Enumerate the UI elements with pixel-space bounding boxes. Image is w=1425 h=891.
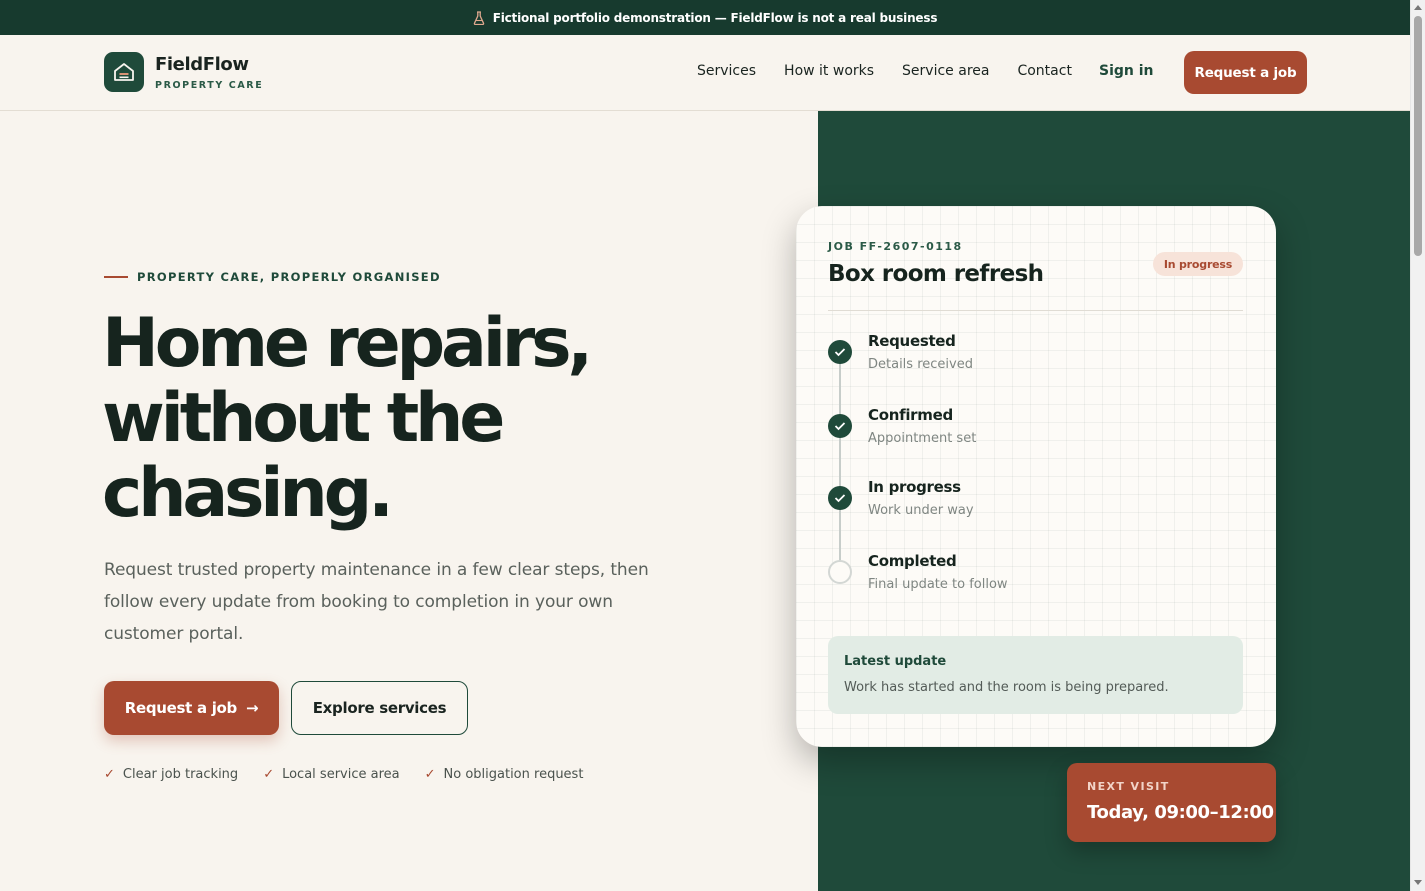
hero-eyebrow: PROPERTY CARE, PROPERLY ORGANISED xyxy=(104,270,441,284)
hero-headline: Home repairs, without the chasing. xyxy=(102,306,722,531)
perk-item: ✓ Clear job tracking xyxy=(104,767,238,782)
perk-list: ✓ Clear job tracking ✓ Local service are… xyxy=(104,767,608,782)
demo-banner: Fictional portfolio demonstration — Fiel… xyxy=(0,0,1410,35)
step-subtitle: Work under way xyxy=(868,503,974,518)
check-circle-icon xyxy=(828,414,852,438)
check-icon: ✓ xyxy=(104,767,115,782)
check-icon: ✓ xyxy=(263,767,275,782)
empty-circle-icon xyxy=(828,560,852,584)
step-title: Completed xyxy=(868,552,957,570)
scroll-up-icon[interactable] xyxy=(1414,5,1422,10)
step-subtitle: Final update to follow xyxy=(868,577,1008,592)
banner-text: Fictional portfolio demonstration — Fiel… xyxy=(492,10,938,25)
scrollbar-thumb[interactable] xyxy=(1414,16,1422,256)
step-title: Requested xyxy=(868,332,956,350)
scroll-down-icon[interactable] xyxy=(1414,880,1422,885)
brand-logo[interactable]: FieldFlow PROPERTY CARE xyxy=(104,52,263,92)
check-icon: ✓ xyxy=(424,767,436,782)
headline-line-2: without the xyxy=(102,379,505,458)
house-icon xyxy=(104,52,144,92)
perk-label: Clear job tracking xyxy=(122,767,239,782)
status-badge: In progress xyxy=(1153,252,1243,276)
step-subtitle: Details received xyxy=(868,357,973,372)
check-circle-icon xyxy=(828,486,852,510)
site-header: FieldFlow PROPERTY CARE Services How it … xyxy=(0,35,1410,111)
headline-line-1: Home repairs, xyxy=(102,304,593,383)
explore-services-button[interactable]: Explore services xyxy=(291,681,468,735)
request-job-header-button[interactable]: Request a job xyxy=(1184,51,1307,94)
perk-label: No obligation request xyxy=(443,767,584,782)
brand-name: FieldFlow xyxy=(155,53,249,75)
page-scrollbar[interactable] xyxy=(1410,0,1425,891)
nav-link-service-area[interactable]: Service area xyxy=(902,63,989,79)
perk-item: ✓ Local service area xyxy=(263,767,399,782)
step-subtitle: Appointment set xyxy=(868,431,977,446)
nav-link-services[interactable]: Services xyxy=(697,63,756,79)
timeline-connector xyxy=(839,352,841,574)
step-title: In progress xyxy=(868,478,961,496)
nav-link-contact[interactable]: Contact xyxy=(1017,63,1071,79)
sign-in-link[interactable]: Sign in xyxy=(1099,63,1154,79)
latest-update-box: Latest update Work has started and the r… xyxy=(828,636,1243,714)
next-visit-time: Today, 09:00–12:00 xyxy=(1087,802,1274,823)
check-circle-icon xyxy=(828,340,852,364)
next-visit-label: NEXT VISIT xyxy=(1087,780,1170,793)
job-tracking-card: JOB FF-2607-0118 Box room refresh In pro… xyxy=(796,206,1276,747)
perk-label: Local service area xyxy=(282,767,400,782)
main-nav: Services How it works Service area Conta… xyxy=(697,63,1100,79)
card-divider xyxy=(828,310,1243,311)
job-title: Box room refresh xyxy=(828,261,1044,287)
brand-tagline: PROPERTY CARE xyxy=(155,79,264,91)
perk-item: ✓ No obligation request xyxy=(425,767,584,782)
eyebrow-rule xyxy=(104,276,128,278)
eyebrow-text: PROPERTY CARE, PROPERLY ORGANISED xyxy=(137,270,441,284)
hero-lead: Request trusted property maintenance in … xyxy=(104,560,649,644)
update-text: Work has started and the room is being p… xyxy=(844,680,1169,695)
next-visit-card: NEXT VISIT Today, 09:00–12:00 xyxy=(1067,763,1276,842)
nav-link-how-it-works[interactable]: How it works xyxy=(784,63,874,79)
headline-line-3: chasing. xyxy=(102,454,394,533)
flask-icon xyxy=(473,10,485,25)
request-job-label: Request a job xyxy=(124,699,238,717)
request-job-button[interactable]: Request a job → xyxy=(104,681,279,735)
update-title: Latest update xyxy=(844,654,947,669)
step-title: Confirmed xyxy=(868,406,953,424)
job-id: JOB FF-2607-0118 xyxy=(828,240,963,253)
arrow-right-icon: → xyxy=(245,699,259,717)
